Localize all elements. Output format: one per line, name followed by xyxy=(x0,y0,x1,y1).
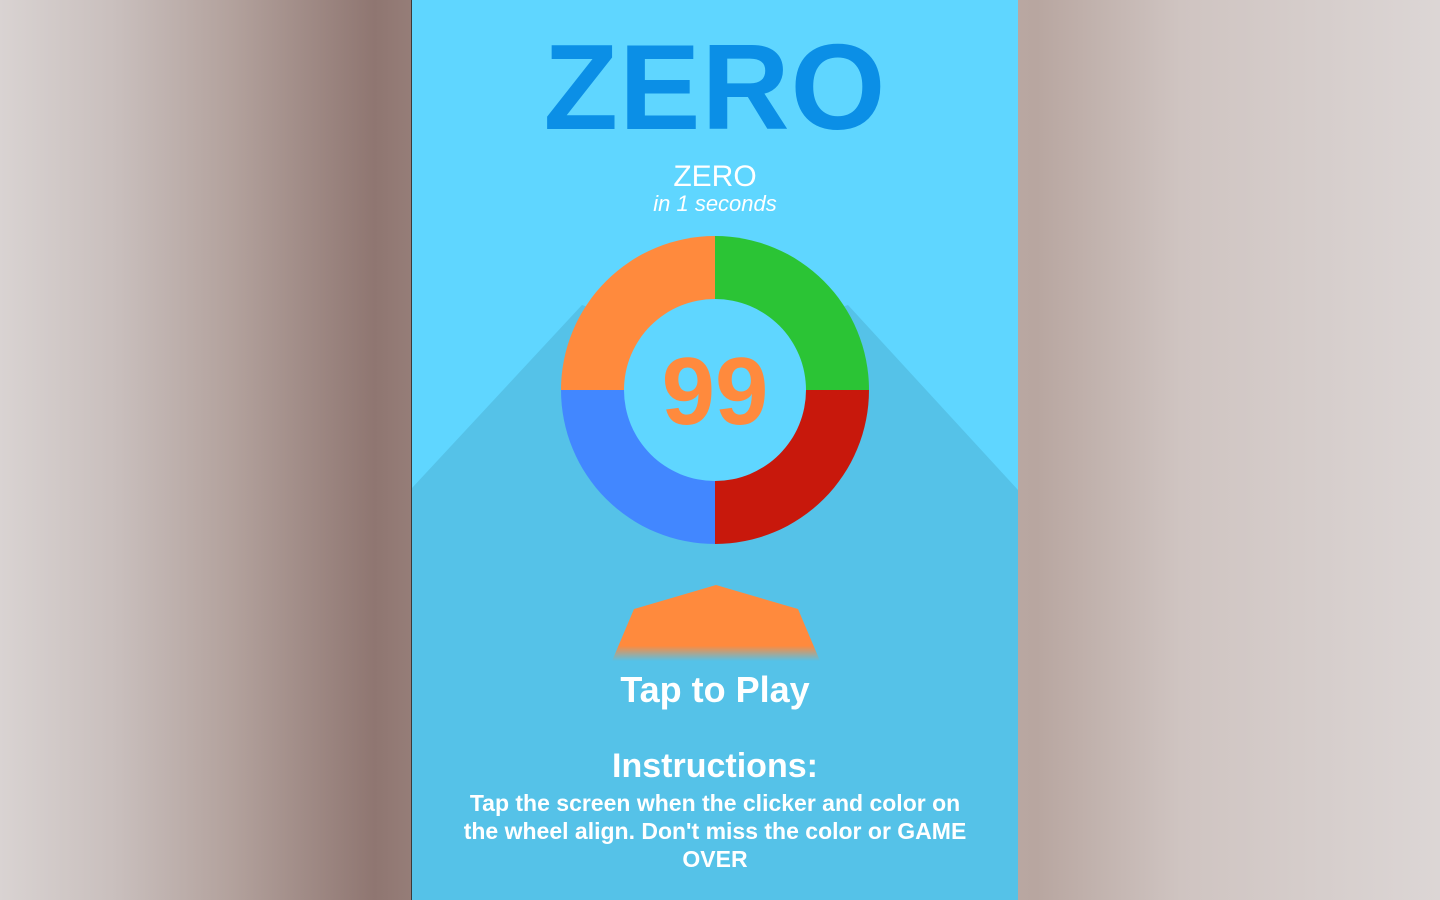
best-score-time: in 1 seconds xyxy=(653,191,777,216)
instructions-text: Tap the screen when the clicker and colo… xyxy=(463,790,967,872)
tap-to-play-button[interactable]: Tap to Play xyxy=(412,668,1018,712)
game-screen[interactable]: ZERO ZERO in 1 seconds 99 Tap to Play In… xyxy=(411,0,1018,900)
game-title: ZERO xyxy=(543,19,887,155)
countdown-number: 99 xyxy=(661,338,769,445)
best-score-label: ZERO xyxy=(673,160,757,193)
clicker-pointer-icon xyxy=(612,585,820,661)
instructions-heading: Instructions: xyxy=(612,747,818,785)
